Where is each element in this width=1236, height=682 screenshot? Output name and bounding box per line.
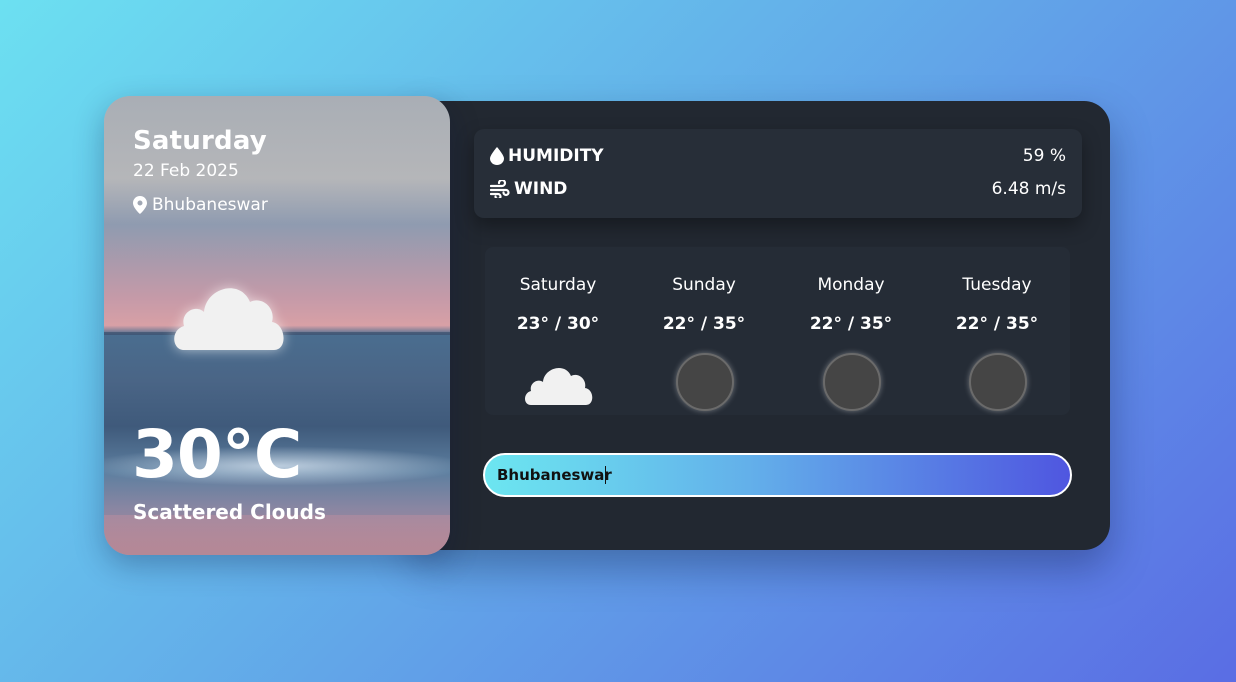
wind-row: WIND 6.48 m/s [490,177,1066,201]
location-name: Bhubaneswar [152,195,268,215]
placeholder-icon [676,353,734,411]
forecast-day: Sunday [672,275,736,295]
text-caret [605,466,606,484]
forecast-list: Saturday 23° / 30° Sunday 22° / 35° Mond… [485,247,1070,415]
current-location: Bhubaneswar [133,195,268,215]
placeholder-icon [969,353,1027,411]
forecast-temp: 23° / 30° [516,314,600,334]
forecast-temp: 22° / 35° [809,314,893,334]
current-weather-card: Saturday 22 Feb 2025 Bhubaneswar 30°C Sc… [104,96,450,555]
wind-label: WIND [514,179,568,199]
current-temperature: 30°C [132,416,302,493]
forecast-day: Saturday [519,275,597,295]
droplet-icon [490,147,504,165]
humidity-label-group: HUMIDITY [490,146,604,166]
city-search-input[interactable] [488,458,1067,492]
forecast-item: Monday 22° / 35° [778,247,924,415]
humidity-value: 59 % [1022,146,1066,166]
forecast-temp: 22° / 35° [662,314,746,334]
forecast-day: Tuesday [962,275,1032,295]
forecast-temp: 22° / 35° [955,314,1039,334]
humidity-row: HUMIDITY 59 % [490,144,1066,168]
location-pin-icon [133,196,147,214]
wind-value: 6.48 m/s [991,179,1066,199]
forecast-item: Saturday 23° / 30° [485,247,631,415]
current-condition: Scattered Clouds [133,500,326,524]
current-date: 22 Feb 2025 [133,161,239,181]
wind-label-group: WIND [490,179,567,199]
forecast-day: Monday [817,275,885,295]
forecast-item: Tuesday 22° / 35° [924,247,1070,415]
humidity-label: HUMIDITY [508,146,604,166]
wind-icon [490,180,510,198]
cloud-icon [174,288,284,350]
current-day: Saturday [133,126,267,156]
search-bar[interactable] [483,453,1072,497]
placeholder-icon [823,353,881,411]
forecast-item: Sunday 22° / 35° [631,247,777,415]
cloud-icon [525,368,593,405]
stats-box: HUMIDITY 59 % WIND 6.48 m/s [474,129,1082,218]
